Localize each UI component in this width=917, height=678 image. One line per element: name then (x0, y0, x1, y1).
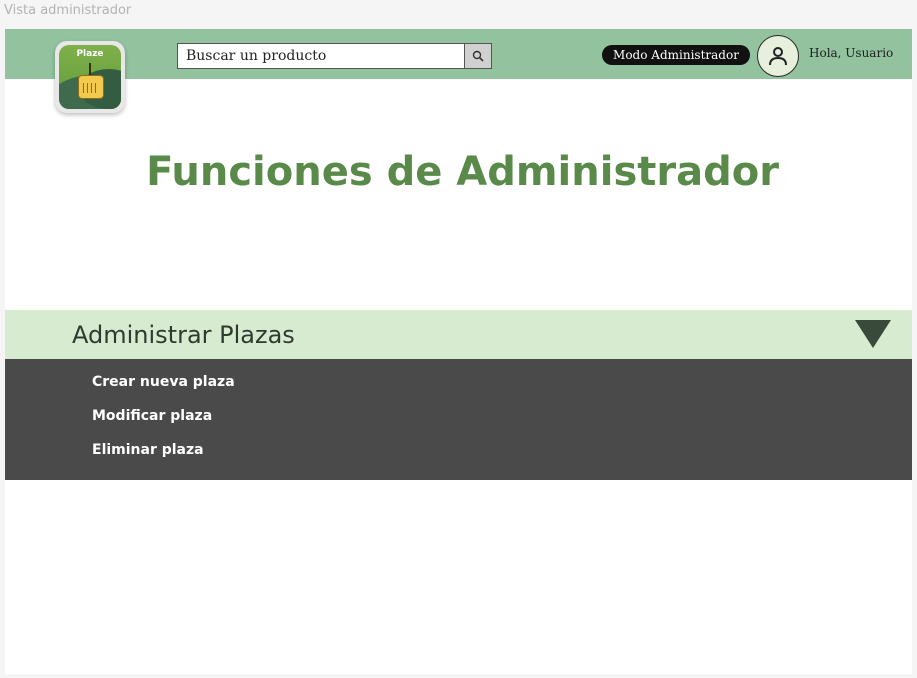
search-button[interactable] (464, 44, 491, 68)
user-avatar[interactable] (757, 35, 799, 77)
search-box[interactable] (177, 43, 492, 69)
page-title: Funciones de Administrador (146, 149, 779, 195)
app-logo[interactable]: Plaze (55, 41, 125, 113)
search-icon (472, 50, 484, 62)
admin-page: Modo Administrador Hola, Usuario Plaze F… (5, 29, 912, 674)
admin-mode-badge[interactable]: Modo Administrador (602, 45, 750, 65)
logo-badge: Plaze (59, 45, 121, 109)
top-bar: Modo Administrador Hola, Usuario (5, 29, 912, 79)
section-title: Administrar Plazas (72, 321, 295, 349)
user-greeting[interactable]: Hola, Usuario (809, 46, 893, 60)
section-menu: Crear nueva plaza Modificar plaza Elimin… (5, 359, 912, 480)
triangle-down-icon[interactable] (855, 320, 891, 348)
logo-text: Plaze (76, 49, 104, 59)
menu-item-eliminar-plaza[interactable]: Eliminar plaza (92, 442, 204, 458)
basket-weave (83, 83, 99, 93)
search-input[interactable] (178, 44, 463, 68)
menu-item-modificar-plaza[interactable]: Modificar plaza (92, 408, 212, 424)
user-icon (769, 47, 787, 66)
section-header-administrar-plazas[interactable]: Administrar Plazas (5, 310, 912, 359)
basket-icon (78, 75, 104, 99)
frame-label: Vista administrador (4, 3, 132, 18)
menu-item-crear-plaza[interactable]: Crear nueva plaza (92, 374, 235, 390)
